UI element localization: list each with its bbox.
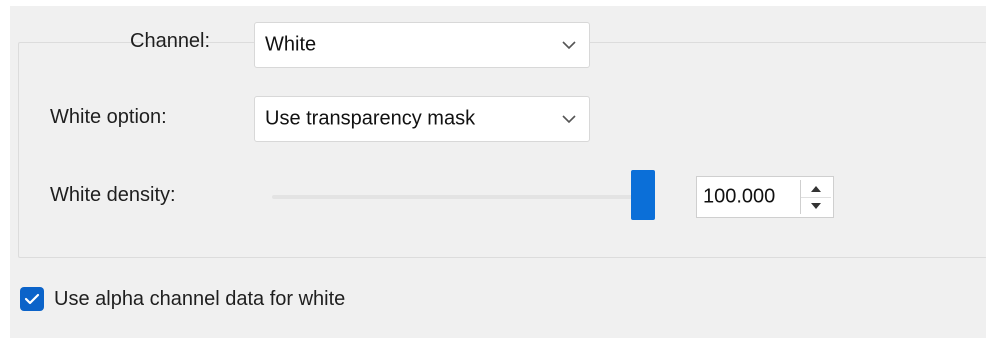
white-option-label: White option: — [50, 106, 167, 128]
white-option-value: Use transparency mask — [265, 107, 476, 130]
white-density-spinbox[interactable]: 100.000 — [696, 176, 834, 218]
white-density-slider-track[interactable] — [272, 195, 644, 199]
chevron-down-icon — [562, 115, 576, 124]
white-density-value: 100.000 — [703, 185, 776, 208]
channel-label: Channel: — [130, 30, 211, 52]
white-settings-group — [18, 42, 986, 258]
spin-buttons — [800, 180, 831, 214]
alpha-channel-checkbox[interactable] — [20, 287, 44, 311]
checkmark-icon — [24, 293, 40, 305]
spin-up-button[interactable] — [801, 180, 831, 198]
chevron-down-icon — [562, 41, 576, 50]
spin-down-button[interactable] — [801, 197, 831, 214]
white-density-label: White density: — [50, 184, 176, 206]
alpha-channel-label[interactable]: Use alpha channel data for white — [54, 288, 345, 311]
white-density-slider-thumb[interactable] — [631, 170, 655, 220]
arrow-down-icon — [811, 202, 821, 209]
arrow-up-icon — [811, 185, 821, 192]
channel-value: White — [265, 33, 317, 56]
white-option-dropdown[interactable]: Use transparency mask — [254, 96, 590, 142]
channel-dropdown[interactable]: White — [254, 22, 590, 68]
